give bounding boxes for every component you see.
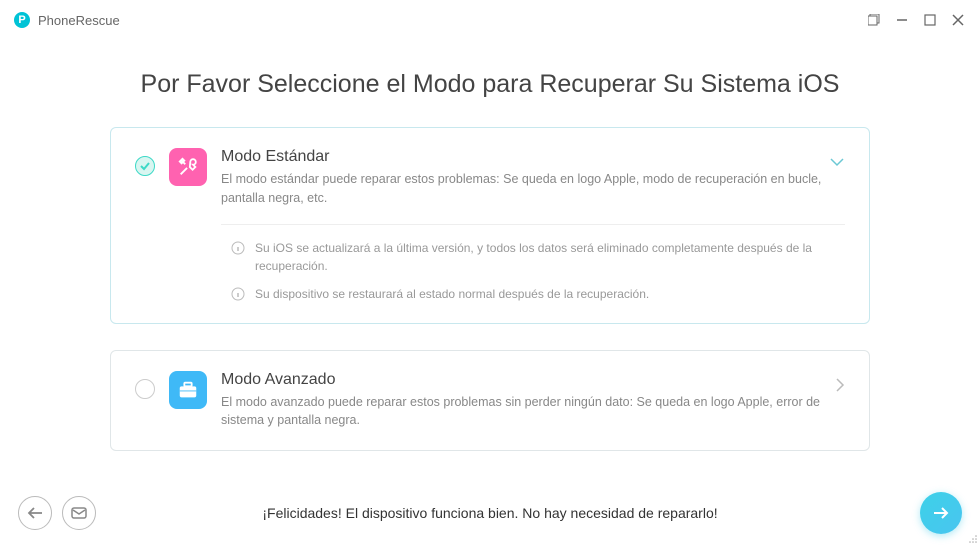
arrow-right-icon — [931, 505, 951, 521]
window-minimize-button[interactable] — [894, 12, 910, 28]
detail-row: Su dispositivo se restaurará al estado n… — [231, 285, 845, 303]
app-logo-icon: P — [14, 12, 30, 28]
resize-grip-icon[interactable] — [968, 533, 978, 547]
mode-card-standard[interactable]: Modo Estándar El modo estándar puede rep… — [110, 127, 870, 324]
info-icon — [231, 287, 245, 301]
check-icon — [139, 160, 151, 172]
page-title: Por Favor Seleccione el Modo para Recupe… — [0, 70, 980, 99]
tools-icon — [169, 148, 207, 186]
radio-standard[interactable] — [135, 156, 155, 176]
detail-text: Su dispositivo se restaurará al estado n… — [255, 285, 649, 303]
window-controls — [866, 12, 966, 28]
mail-button[interactable] — [62, 496, 96, 530]
mode-details-standard: Su iOS se actualizará a la última versió… — [221, 224, 845, 303]
detail-row: Su iOS se actualizará a la última versió… — [231, 239, 845, 275]
mode-list: Modo Estándar El modo estándar puede rep… — [0, 127, 980, 451]
briefcase-icon — [169, 371, 207, 409]
titlebar-left: P PhoneRescue — [14, 12, 120, 28]
window-close-button[interactable] — [950, 12, 966, 28]
footer-message: ¡Felicidades! El dispositivo funciona bi… — [262, 505, 717, 521]
mode-title-standard: Modo Estándar — [221, 148, 845, 166]
next-button[interactable] — [920, 492, 962, 534]
chevron-down-icon[interactable] — [829, 154, 845, 172]
mode-body-advanced: Modo Avanzado El modo avanzado puede rep… — [221, 371, 845, 431]
back-button[interactable] — [18, 496, 52, 530]
window-maximize-button[interactable] — [922, 12, 938, 28]
titlebar: P PhoneRescue — [0, 0, 980, 40]
mode-title-advanced: Modo Avanzado — [221, 371, 845, 389]
radio-advanced[interactable] — [135, 379, 155, 399]
mode-desc-advanced: El modo avanzado puede reparar estos pro… — [221, 393, 845, 431]
mode-card-advanced[interactable]: Modo Avanzado El modo avanzado puede rep… — [110, 350, 870, 452]
footer: ¡Felicidades! El dispositivo funciona bi… — [0, 487, 980, 549]
info-icon — [231, 241, 245, 255]
footer-left — [18, 496, 96, 530]
mode-desc-standard: El modo estándar puede reparar estos pro… — [221, 170, 845, 208]
window-restore-button[interactable] — [866, 12, 882, 28]
chevron-right-icon[interactable] — [835, 377, 845, 398]
app-name: PhoneRescue — [38, 13, 120, 28]
mode-body-standard: Modo Estándar El modo estándar puede rep… — [221, 148, 845, 303]
detail-text: Su iOS se actualizará a la última versió… — [255, 239, 845, 275]
